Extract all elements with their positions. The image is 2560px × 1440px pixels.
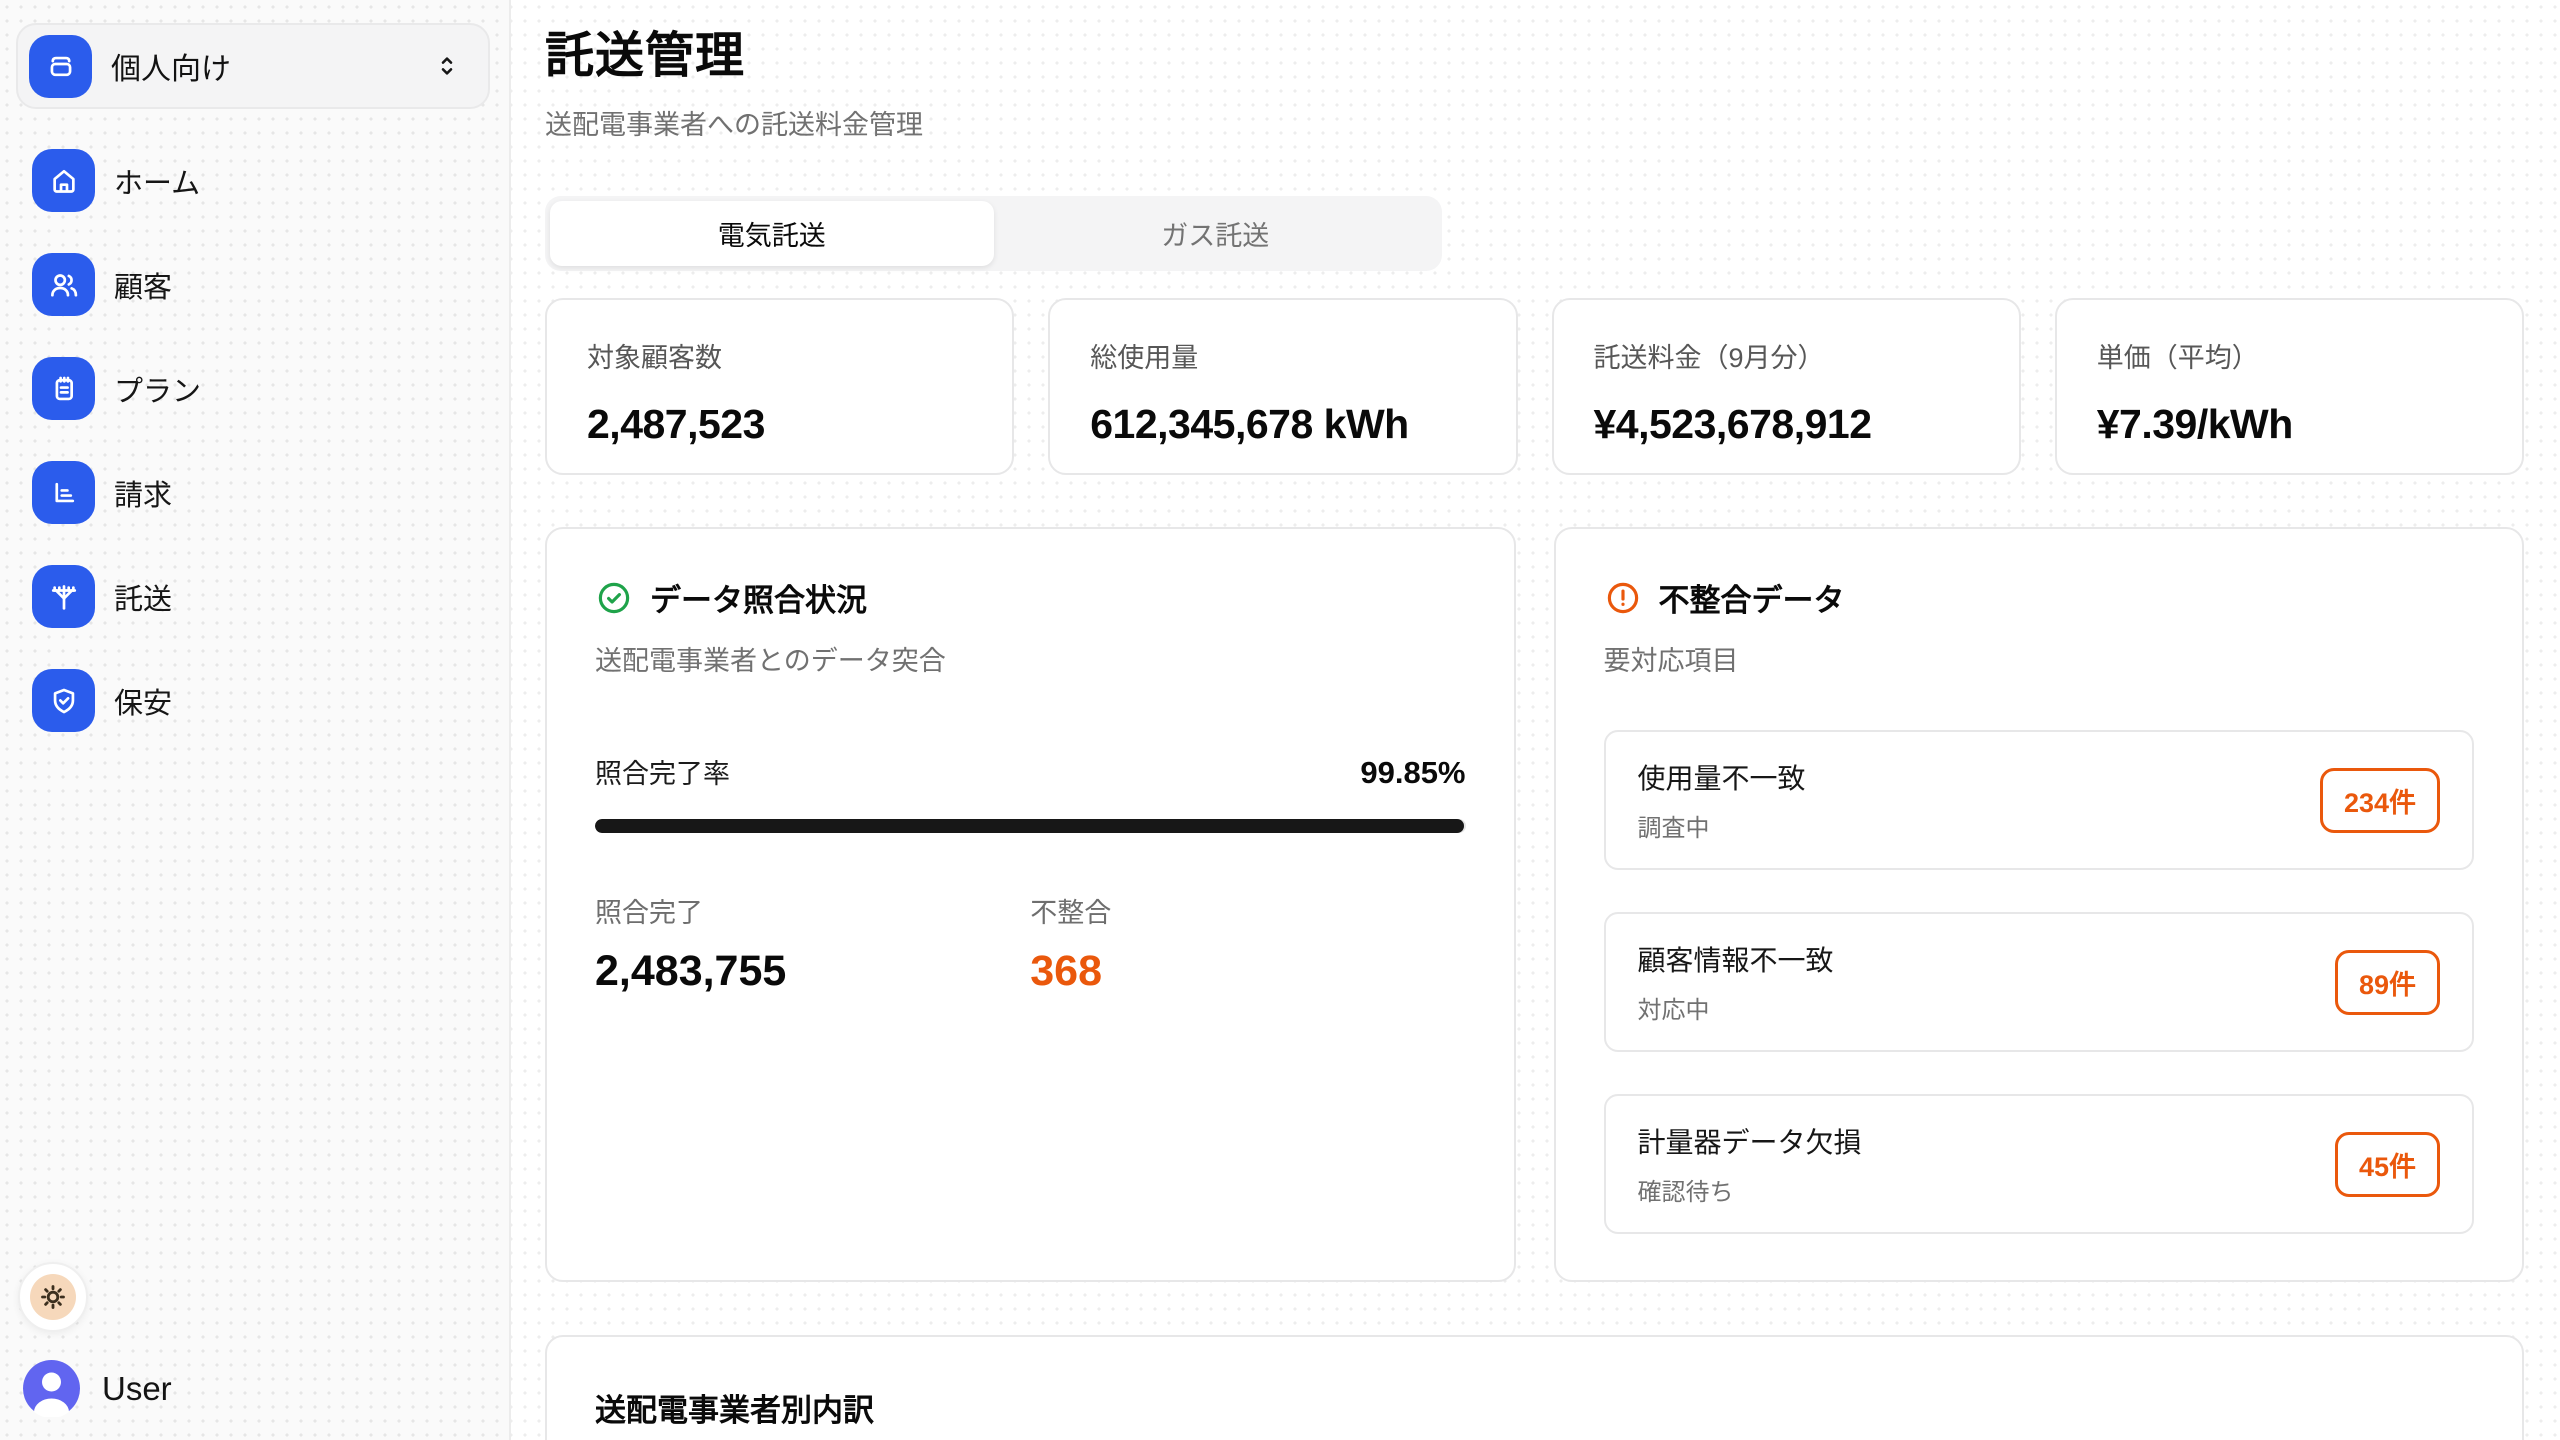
user-menu[interactable]: User	[18, 1360, 172, 1417]
stat-card-unit-price: 単価（平均） ¥7.39/kWh	[2055, 298, 2524, 475]
sidebar-item-home[interactable]: ホーム	[32, 149, 200, 212]
completed-stat: 照合完了 2,483,755	[595, 891, 1030, 996]
shield-check-icon	[32, 669, 95, 732]
stat-value: ¥7.39/kWh	[2097, 401, 2482, 448]
count-badge: 234件	[2320, 768, 2440, 833]
notepad-icon	[32, 357, 95, 420]
sidebar-item-label: ホーム	[114, 160, 200, 202]
issue-text: 計量器データ欠損 確認待ち	[1638, 1121, 1862, 1207]
org-selector-label: 個人向け	[111, 44, 231, 88]
issue-status: 確認待ち	[1638, 1172, 1862, 1207]
sidebar-item-label: 保安	[114, 680, 172, 722]
panel-subtitle: 要対応項目	[1604, 639, 2475, 678]
stat-value: ¥4,523,678,912	[1594, 401, 1979, 448]
sidebar-item-label: プラン	[114, 368, 201, 410]
sidebar-item-customers[interactable]: 顧客	[32, 253, 172, 316]
issue-title: 顧客情報不一致	[1638, 939, 1834, 979]
issue-meter-data-missing[interactable]: 計量器データ欠損 確認待ち 45件	[1604, 1094, 2475, 1234]
count-badge: 89件	[2335, 950, 2440, 1015]
operator-breakdown-panel: 送配電事業者別内訳 2025年9月分 事業者 顧客数 使用量 託送料金 構成比	[545, 1335, 2524, 1440]
consignment-type-tabs: 電気託送 ガス託送	[545, 196, 1442, 271]
stat-value: 612,345,678 kWh	[1090, 401, 1475, 448]
issue-usage-mismatch[interactable]: 使用量不一致 調査中 234件	[1604, 730, 2475, 870]
stat-card-fee: 託送料金（9月分） ¥4,523,678,912	[1552, 298, 2021, 475]
sun-icon	[30, 1274, 76, 1320]
sidebar: 個人向け ホーム 顧客	[0, 0, 511, 1440]
reconciliation-panel: データ照合状況 送配電事業者とのデータ突合 照合完了率 99.85% 照合完了 …	[545, 527, 1516, 1282]
panel-subtitle: 送配電事業者とのデータ突合	[595, 639, 1466, 678]
issue-status: 対応中	[1638, 990, 1834, 1025]
sidebar-item-plans[interactable]: プラン	[32, 357, 201, 420]
issue-status: 調査中	[1638, 808, 1806, 843]
completed-label: 照合完了	[595, 891, 1030, 930]
sidebar-item-label: 顧客	[114, 264, 172, 306]
tab-gas[interactable]: ガス託送	[994, 201, 1438, 266]
utility-pole-icon	[32, 565, 95, 628]
stat-label: 単価（平均）	[2097, 336, 2482, 375]
issue-text: 顧客情報不一致 対応中	[1638, 939, 1834, 1025]
home-icon	[32, 149, 95, 212]
inconsistency-header: 不整合データ	[1604, 575, 2475, 620]
count-badge: 45件	[2335, 1132, 2440, 1197]
users-icon	[32, 253, 95, 316]
issue-text: 使用量不一致 調査中	[1638, 757, 1806, 843]
issue-list: 使用量不一致 調査中 234件 顧客情報不一致 対応中 89件 計量器データ欠損	[1604, 730, 2475, 1234]
stat-cards: 対象顧客数 2,487,523 総使用量 612,345,678 kWh 託送料…	[545, 298, 2524, 475]
sidebar-item-billing[interactable]: 請求	[32, 461, 172, 524]
sidebar-item-consignment[interactable]: 託送	[32, 565, 172, 628]
sidebar-item-label: 請求	[114, 472, 172, 514]
bar-chart-icon	[32, 461, 95, 524]
reconciliation-progress-bar	[595, 819, 1466, 833]
stat-card-customers: 対象顧客数 2,487,523	[545, 298, 1014, 475]
panel-title: 送配電事業者別内訳	[595, 1385, 874, 1430]
main-content: 託送管理 送配電事業者への託送料金管理 電気託送 ガス託送 対象顧客数 2,48…	[513, 0, 2560, 1440]
progress-fill	[595, 819, 1464, 833]
org-selector[interactable]: 個人向け	[16, 23, 490, 109]
panels-row: データ照合状況 送配電事業者とのデータ突合 照合完了率 99.85% 照合完了 …	[545, 527, 2524, 1282]
theme-toggle-button[interactable]	[18, 1262, 88, 1332]
issue-title: 使用量不一致	[1638, 757, 1806, 797]
reconciliation-header: データ照合状況	[595, 575, 1466, 620]
issue-customer-info-mismatch[interactable]: 顧客情報不一致 対応中 89件	[1604, 912, 2475, 1052]
stat-label: 総使用量	[1090, 336, 1475, 375]
mismatch-stat: 不整合 368	[1030, 891, 1465, 996]
stat-label: 対象顧客数	[587, 336, 972, 375]
org-icon	[29, 35, 92, 98]
alert-circle-icon	[1604, 579, 1642, 617]
check-circle-icon	[595, 579, 633, 617]
sidebar-item-label: 託送	[114, 576, 172, 618]
breakdown-header: 送配電事業者別内訳	[595, 1385, 2474, 1430]
page-title: 託送管理	[545, 16, 2524, 87]
inconsistency-panel: 不整合データ 要対応項目 使用量不一致 調査中 234件 顧客情報不一致 対応中	[1554, 527, 2525, 1282]
panel-title: データ照合状況	[650, 575, 867, 620]
tab-electricity[interactable]: 電気託送	[550, 201, 994, 266]
issue-title: 計量器データ欠損	[1638, 1121, 1862, 1161]
completed-value: 2,483,755	[595, 947, 1030, 996]
panel-title: 不整合データ	[1659, 575, 1845, 620]
stat-card-total-usage: 総使用量 612,345,678 kWh	[1048, 298, 1517, 475]
stat-value: 2,487,523	[587, 401, 972, 448]
sidebar-nav: ホーム 顧客 プラン	[0, 149, 509, 732]
stat-label: 託送料金（9月分）	[1594, 336, 1979, 375]
chevrons-up-down-icon	[432, 51, 462, 81]
rate-row: 照合完了率 99.85%	[595, 752, 1466, 791]
rate-value: 99.85%	[1360, 755, 1465, 791]
reconciliation-stats: 照合完了 2,483,755 不整合 368	[595, 891, 1466, 996]
mismatch-value: 368	[1030, 947, 1465, 996]
page-subtitle: 送配電事業者への託送料金管理	[545, 103, 2524, 142]
user-name: User	[102, 1370, 172, 1408]
rate-label: 照合完了率	[595, 752, 730, 791]
sidebar-footer: User	[0, 1262, 509, 1440]
avatar	[23, 1360, 80, 1417]
sidebar-item-safety[interactable]: 保安	[32, 669, 172, 732]
mismatch-label: 不整合	[1030, 891, 1465, 930]
